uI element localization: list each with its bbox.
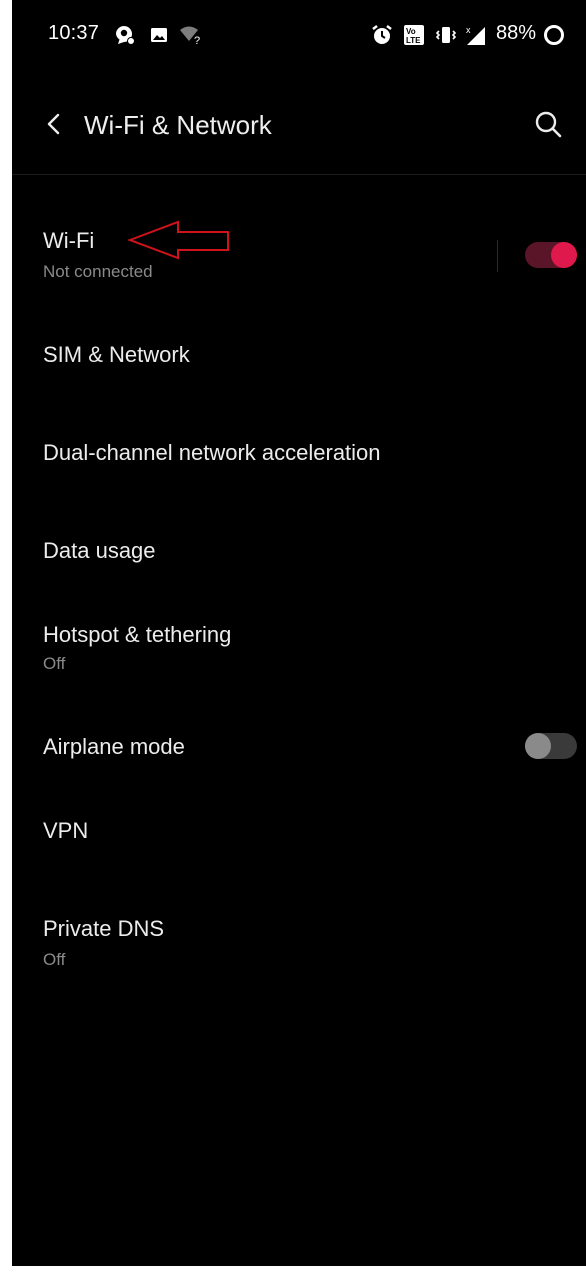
svg-text:LTE: LTE: [406, 36, 421, 45]
search-icon: [533, 109, 563, 144]
setting-hotspot-subtitle: Off: [43, 654, 66, 673]
setting-vpn[interactable]: VPN: [12, 794, 586, 870]
signal-icon: x: [464, 23, 488, 47]
image-icon: [148, 23, 170, 47]
volte-icon: Vo LTE: [402, 23, 426, 47]
setting-wifi-subtitle: Not connected: [43, 262, 153, 281]
battery-ring-icon: [542, 23, 566, 47]
screen: 10:37 ? Vo LTE x 88% Wi-Fi & Network Wi-…: [12, 0, 586, 1266]
setting-private-dns[interactable]: Private DNS Off: [12, 896, 586, 986]
setting-dual-channel[interactable]: Dual-channel network acceleration: [12, 416, 586, 492]
setting-dual-channel-title: Dual-channel network acceleration: [43, 440, 381, 465]
alarm-icon: [370, 23, 394, 47]
wifi-toggle[interactable]: [525, 242, 577, 268]
status-bar: 10:37 ? Vo LTE x 88%: [12, 0, 586, 70]
toggle-knob: [551, 242, 577, 268]
setting-private-dns-title: Private DNS: [43, 916, 165, 941]
setting-vpn-title: VPN: [43, 818, 89, 843]
svg-text:Vo: Vo: [406, 27, 416, 36]
setting-sim-network-title: SIM & Network: [43, 342, 190, 367]
battery-percent: 88%: [496, 22, 537, 44]
status-time: 10:37: [48, 22, 100, 44]
vibrate-icon: [434, 23, 458, 47]
chevron-left-icon: [46, 112, 62, 141]
setting-data-usage-title: Data usage: [43, 538, 156, 563]
svg-text:?: ?: [194, 35, 200, 46]
back-button[interactable]: [36, 106, 72, 146]
search-button[interactable]: [528, 106, 568, 146]
chat-notification-icon: [111, 23, 137, 47]
setting-wifi-title: Wi-Fi: [43, 228, 95, 253]
divider: [497, 240, 498, 272]
page-title: Wi-Fi & Network: [84, 110, 272, 140]
setting-airplane-mode[interactable]: Airplane mode: [12, 710, 586, 786]
wifi-unknown-icon: ?: [178, 23, 204, 47]
setting-private-dns-subtitle: Off: [43, 950, 66, 969]
airplane-mode-toggle[interactable]: [525, 733, 577, 759]
setting-hotspot[interactable]: Hotspot & tethering Off: [12, 604, 586, 694]
setting-hotspot-title: Hotspot & tethering: [43, 622, 232, 647]
setting-data-usage[interactable]: Data usage: [12, 514, 586, 590]
setting-airplane-mode-title: Airplane mode: [43, 734, 185, 759]
red-arrow-annotation-icon: [128, 220, 229, 260]
app-bar: Wi-Fi & Network: [12, 84, 586, 175]
svg-text:x: x: [466, 25, 471, 35]
setting-sim-network[interactable]: SIM & Network: [12, 318, 586, 394]
setting-wifi[interactable]: Wi-Fi Not connected: [12, 208, 586, 304]
toggle-knob: [525, 733, 551, 759]
